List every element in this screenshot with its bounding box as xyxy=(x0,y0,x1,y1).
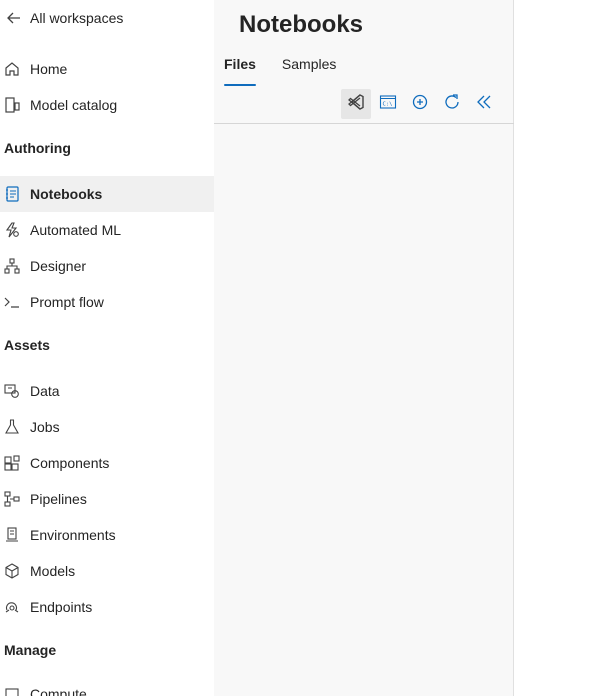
nav-item-designer[interactable]: Designer xyxy=(0,248,214,284)
nav-label-prompt-flow: Prompt flow xyxy=(30,294,104,310)
endpoints-icon xyxy=(2,597,22,617)
tab-samples[interactable]: Samples xyxy=(282,52,336,86)
section-authoring: Authoring xyxy=(4,140,71,156)
nav-item-endpoints[interactable]: Endpoints xyxy=(0,589,214,625)
nav-label-designer: Designer xyxy=(30,258,87,274)
add-circle-icon xyxy=(411,93,429,116)
notebooks-panel: Notebooks Files Samples C:\ xyxy=(214,0,514,696)
arrow-left-icon xyxy=(4,8,24,28)
nav-item-components[interactable]: Components xyxy=(0,445,214,481)
jobs-flask-icon xyxy=(2,417,22,437)
designer-icon xyxy=(2,256,22,276)
nav-label-endpoints: Endpoints xyxy=(30,599,93,615)
left-nav-sidebar: All workspaces Home Model catalog Author… xyxy=(0,0,214,696)
nav-label-jobs: Jobs xyxy=(30,419,60,435)
nav-label-home: Home xyxy=(30,61,68,77)
vscode-icon xyxy=(347,93,365,116)
file-toolbar: C:\ xyxy=(339,88,499,120)
nav-label-notebooks: Notebooks xyxy=(30,186,103,202)
open-terminal-button[interactable]: C:\ xyxy=(373,89,403,119)
section-manage: Manage xyxy=(4,642,57,658)
nav-label-data: Data xyxy=(30,383,60,399)
notebook-icon xyxy=(2,184,22,204)
nav-label-automated-ml: Automated ML xyxy=(30,222,122,238)
nav-item-prompt-flow[interactable]: Prompt flow xyxy=(0,284,214,320)
toolbar-divider xyxy=(214,123,514,124)
refresh-button[interactable] xyxy=(437,89,467,119)
nav-item-automated-ml[interactable]: Automated ML xyxy=(0,212,214,248)
content-area xyxy=(515,0,600,696)
collapse-double-chevron-icon xyxy=(475,93,493,116)
nav-item-data[interactable]: Data xyxy=(0,373,214,409)
section-assets: Assets xyxy=(4,337,50,353)
nav-item-jobs[interactable]: Jobs xyxy=(0,409,214,445)
nav-label-pipelines: Pipelines xyxy=(30,491,87,507)
nav-label-models: Models xyxy=(30,563,76,579)
nav-label-components: Components xyxy=(30,455,110,471)
terminal-icon: C:\ xyxy=(379,93,397,116)
environments-icon xyxy=(2,525,22,545)
home-icon xyxy=(2,59,22,79)
nav-item-home[interactable]: Home xyxy=(0,51,214,87)
nav-item-compute[interactable]: Compute xyxy=(0,676,214,696)
pipelines-icon xyxy=(2,489,22,509)
open-in-vscode-button[interactable] xyxy=(341,89,371,119)
selected-indicator xyxy=(0,182,3,206)
refresh-icon xyxy=(443,93,461,116)
nav-item-environments[interactable]: Environments xyxy=(0,517,214,553)
models-cube-icon xyxy=(2,561,22,581)
all-workspaces-link[interactable]: All workspaces xyxy=(0,0,214,36)
nav-item-pipelines[interactable]: Pipelines xyxy=(0,481,214,517)
nav-item-models[interactable]: Models xyxy=(0,553,214,589)
create-new-button[interactable] xyxy=(405,89,435,119)
prompt-flow-icon xyxy=(2,292,22,312)
model-catalog-icon xyxy=(2,95,22,115)
data-icon xyxy=(2,381,22,401)
nav-label-environments: Environments xyxy=(30,527,116,543)
components-icon xyxy=(2,453,22,473)
page-title: Notebooks xyxy=(239,11,364,38)
collapse-panel-button[interactable] xyxy=(469,89,499,119)
compute-icon xyxy=(2,684,22,696)
automated-ml-icon xyxy=(2,220,22,240)
nav-item-model-catalog[interactable]: Model catalog xyxy=(0,87,214,123)
notebook-tabs: Files Samples xyxy=(224,52,362,86)
nav-label-model-catalog: Model catalog xyxy=(30,97,118,113)
nav-item-notebooks[interactable]: Notebooks xyxy=(0,176,214,212)
all-workspaces-label: All workspaces xyxy=(30,10,124,26)
tab-files[interactable]: Files xyxy=(224,52,256,86)
nav-label-compute: Compute xyxy=(30,686,87,696)
svg-text:C:\: C:\ xyxy=(383,101,393,107)
